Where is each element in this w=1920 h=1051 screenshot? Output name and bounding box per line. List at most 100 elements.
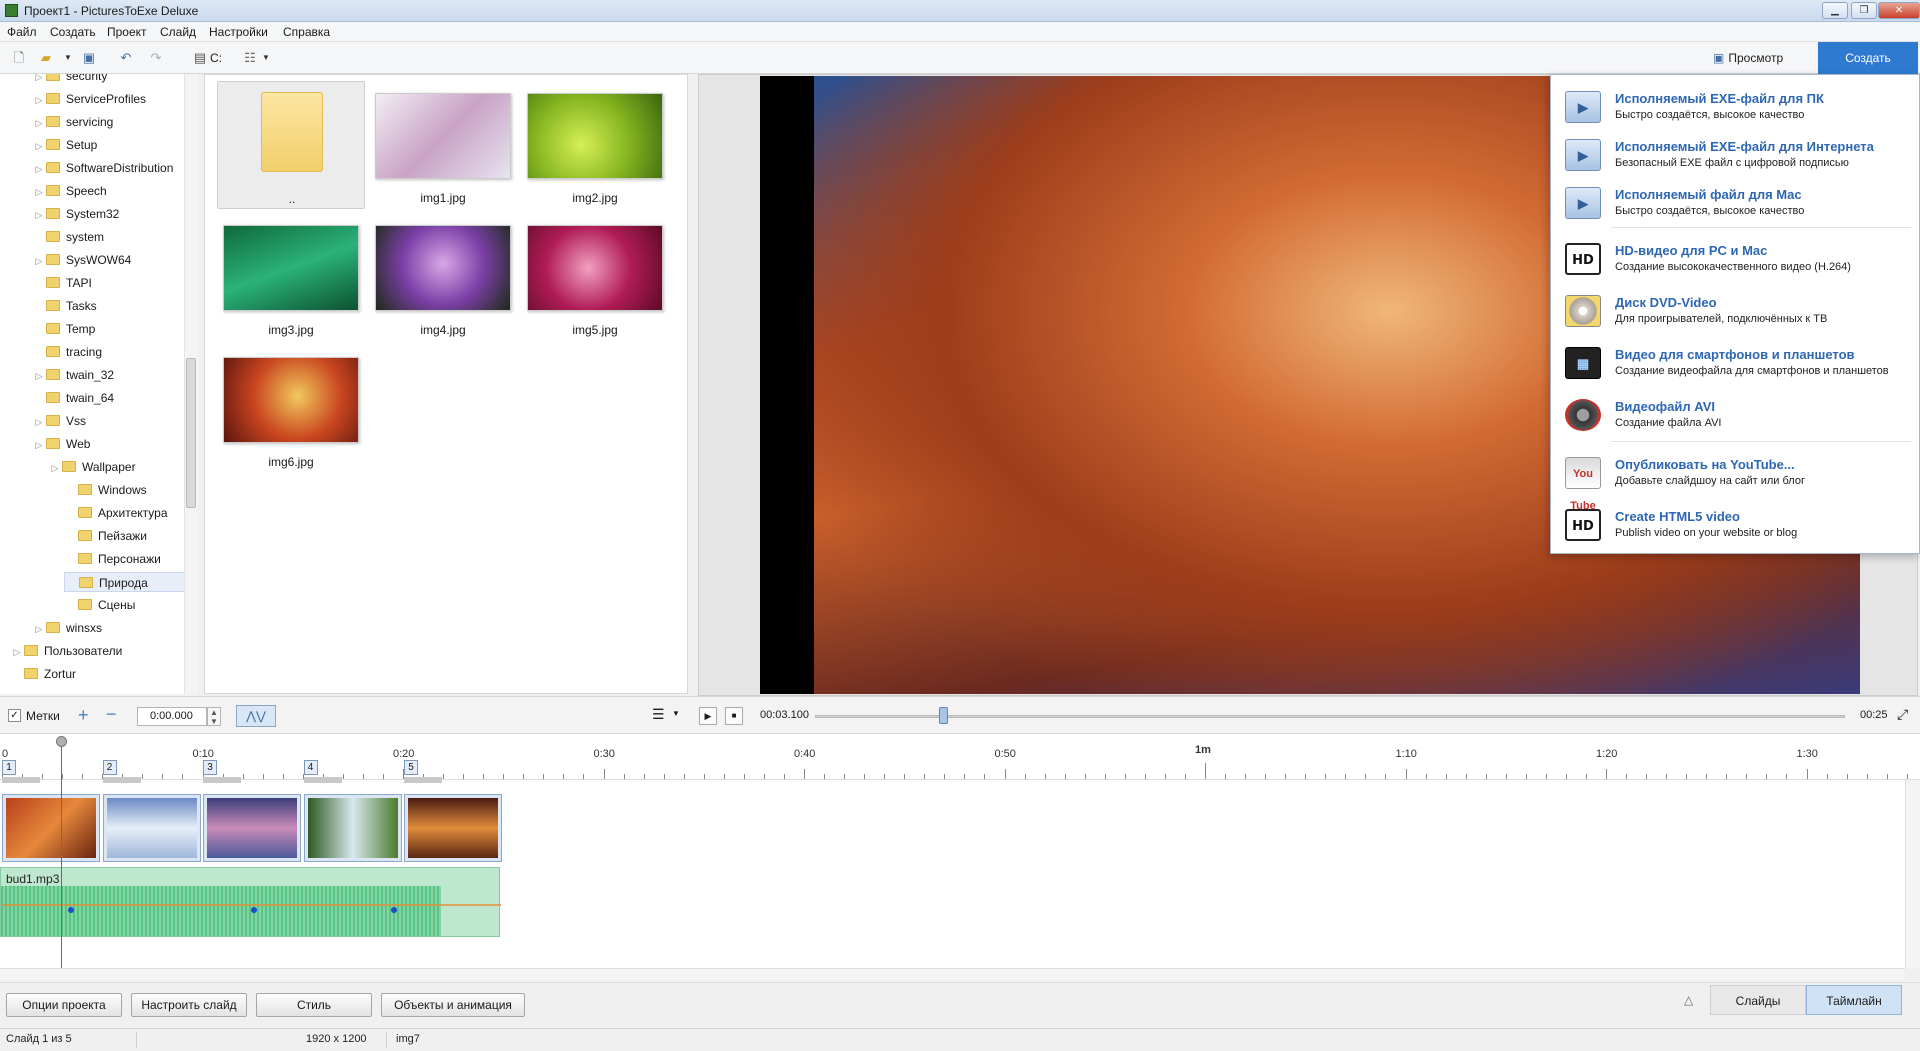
tree-scroll-thumb[interactable] (186, 358, 196, 508)
envelope-point[interactable] (251, 907, 257, 913)
tree-item[interactable]: Temp (32, 319, 197, 339)
tree-item[interactable]: Архитектура (64, 503, 197, 523)
audio-envelope[interactable] (1, 904, 501, 906)
preview-button[interactable]: ▣ Просмотр (1713, 48, 1813, 68)
tree-item[interactable]: ▷ security (32, 74, 197, 87)
tree-item[interactable]: Персонажи (64, 549, 197, 569)
create-menu-item[interactable]: ▶ Исполняемый файл для Mac Быстро создаётс… (1551, 179, 1920, 227)
open-dropdown-icon[interactable]: ▼ (60, 50, 76, 66)
tab-timeline[interactable]: Таймлайн (1806, 985, 1902, 1015)
tree-item[interactable]: ▷ Пользователи (10, 641, 192, 661)
slide-number[interactable]: 1 (2, 760, 16, 775)
tree-item[interactable]: Zortur (10, 664, 192, 684)
list-menu-icon[interactable]: ☰ (652, 706, 665, 723)
tree-item[interactable]: tracing (32, 342, 197, 362)
tree-item[interactable]: ▷ SoftwareDistribution (32, 158, 197, 179)
slide-number[interactable]: 3 (203, 760, 217, 775)
close-button[interactable]: ✕ (1878, 2, 1920, 19)
expand-arrow-icon[interactable]: ▷ (32, 182, 46, 202)
envelope-point[interactable] (68, 907, 74, 913)
transition-marker[interactable] (203, 777, 241, 783)
audio-track[interactable]: bud1.mp3 (0, 867, 501, 937)
tree-item[interactable]: ▷ Web (32, 434, 197, 455)
tree-item[interactable]: twain_64 (32, 388, 197, 408)
stop-button[interactable]: ■ (725, 707, 743, 725)
tree-item[interactable]: ▷ winsxs (32, 618, 197, 638)
undo-icon[interactable]: ↶ (118, 50, 134, 66)
view-dropdown-icon[interactable]: ▼ (258, 50, 274, 66)
expand-arrow-icon[interactable]: ▷ (32, 435, 46, 455)
add-mark-icon[interactable]: + (78, 705, 89, 726)
slide-number[interactable]: 4 (303, 760, 318, 775)
tree-item[interactable]: TAPI (32, 273, 197, 293)
create-button[interactable]: Создать (1818, 42, 1918, 74)
tree-item[interactable]: Природа (64, 572, 197, 592)
transition-marker[interactable] (102, 777, 141, 783)
transition-marker[interactable] (2, 777, 40, 783)
fullscreen-icon[interactable]: ⤢ (1897, 706, 1908, 723)
playhead[interactable] (61, 740, 62, 968)
menu-project[interactable]: Проект (107, 25, 147, 39)
tree-item[interactable]: ▷ servicing (32, 112, 197, 133)
tree-item[interactable]: ▷ ServiceProfiles (32, 89, 197, 110)
slide-thumbnail[interactable] (303, 794, 402, 862)
slide-thumbnail[interactable] (203, 794, 301, 862)
expand-arrow-icon[interactable]: ▷ (32, 205, 46, 225)
timeline-ruler[interactable]: 0 0:10 0:20 0:30 0:40 0:50 1m 1:10 1:20 1:30 (0, 734, 1920, 780)
time-input[interactable]: 0:00.000 (137, 707, 207, 726)
tree-item[interactable]: ▷ SysWOW64 (32, 250, 197, 271)
tree-item[interactable]: Пейзажи (64, 526, 197, 546)
expand-arrow-icon[interactable]: ▷ (32, 366, 46, 386)
playhead-handle[interactable] (56, 736, 67, 747)
expand-arrow-icon[interactable]: ▷ (32, 113, 46, 133)
slide-thumbnail[interactable] (404, 794, 502, 862)
file-item[interactable]: img4.jpg (369, 213, 517, 341)
create-menu-item[interactable]: HD Create HTML5 video Publish video on you… (1551, 501, 1920, 549)
tree-item[interactable]: Tasks (32, 296, 197, 316)
tree-item[interactable]: ▷ System32 (32, 204, 197, 225)
expand-arrow-icon[interactable]: ▷ (32, 159, 46, 179)
expand-arrow-icon[interactable]: ▷ (32, 251, 46, 271)
objects-animation-button[interactable]: Объекты и анимация (381, 993, 525, 1017)
minimize-button[interactable]: ▁ (1822, 2, 1848, 19)
seek-track[interactable] (815, 715, 1845, 718)
timeline-hscrollbar[interactable] (0, 968, 1905, 980)
file-item[interactable]: img6.jpg (217, 345, 365, 473)
tab-slides[interactable]: Слайды (1710, 985, 1806, 1015)
tree-item[interactable]: ▷ Setup (32, 135, 197, 156)
slide-settings-button[interactable]: Настроить слайд (131, 993, 247, 1017)
style-button[interactable]: Стиль (256, 993, 372, 1017)
file-item[interactable]: img1.jpg (369, 81, 517, 209)
slide-thumbnail[interactable] (102, 794, 201, 862)
play-button[interactable]: ▶ (699, 707, 717, 725)
file-item[interactable]: img3.jpg (217, 213, 365, 341)
expand-arrow-icon[interactable]: ▷ (32, 136, 46, 156)
create-menu-item[interactable]: ▶ Исполняемый EXE-файл для Интернета Безоп… (1551, 131, 1920, 179)
create-menu-item[interactable]: ▦ Видео для смартфонов и планшетов Создани… (1551, 339, 1920, 387)
seek-thumb[interactable] (938, 707, 948, 724)
project-options-button[interactable]: Опции проекта (6, 993, 122, 1017)
create-menu-item[interactable]: ▶ Исполняемый EXE-файл для ПК Быстро созда… (1551, 83, 1920, 131)
tree-item[interactable]: Сцены (64, 595, 197, 615)
drive-label[interactable]: C: (210, 51, 222, 65)
new-file-icon[interactable]: 🗋 (11, 50, 27, 66)
maximize-button[interactable]: ❐ (1851, 2, 1877, 19)
menu-slide[interactable]: Слайд (160, 25, 196, 39)
tree-item[interactable]: ▷ Wallpaper (48, 457, 197, 477)
create-menu-item[interactable]: You Tube Опубликовать на YouTube... Добавь… (1551, 449, 1920, 512)
slide-number[interactable]: 2 (102, 760, 117, 775)
save-icon[interactable]: ▣ (81, 50, 97, 66)
tree-item[interactable]: system (32, 227, 197, 247)
file-item[interactable]: img2.jpg (521, 81, 669, 209)
keyframe-toggle-icon[interactable]: ⋀⋁ (236, 705, 276, 727)
tree-item[interactable]: Windows (64, 480, 197, 500)
expand-arrow-icon[interactable]: ▷ (32, 90, 46, 110)
redo-icon[interactable]: ↷ (148, 50, 164, 66)
menu-settings[interactable]: Настройки (209, 25, 268, 39)
expand-arrow-icon[interactable]: ▷ (32, 74, 46, 87)
tree-item[interactable]: ▷ twain_32 (32, 365, 197, 386)
slide-number[interactable]: 5 (404, 760, 418, 775)
time-spinner[interactable]: ▲ ▼ (207, 707, 221, 726)
expand-arrow-icon[interactable]: ▷ (32, 412, 46, 432)
expand-arrow-icon[interactable]: ▷ (10, 642, 24, 662)
